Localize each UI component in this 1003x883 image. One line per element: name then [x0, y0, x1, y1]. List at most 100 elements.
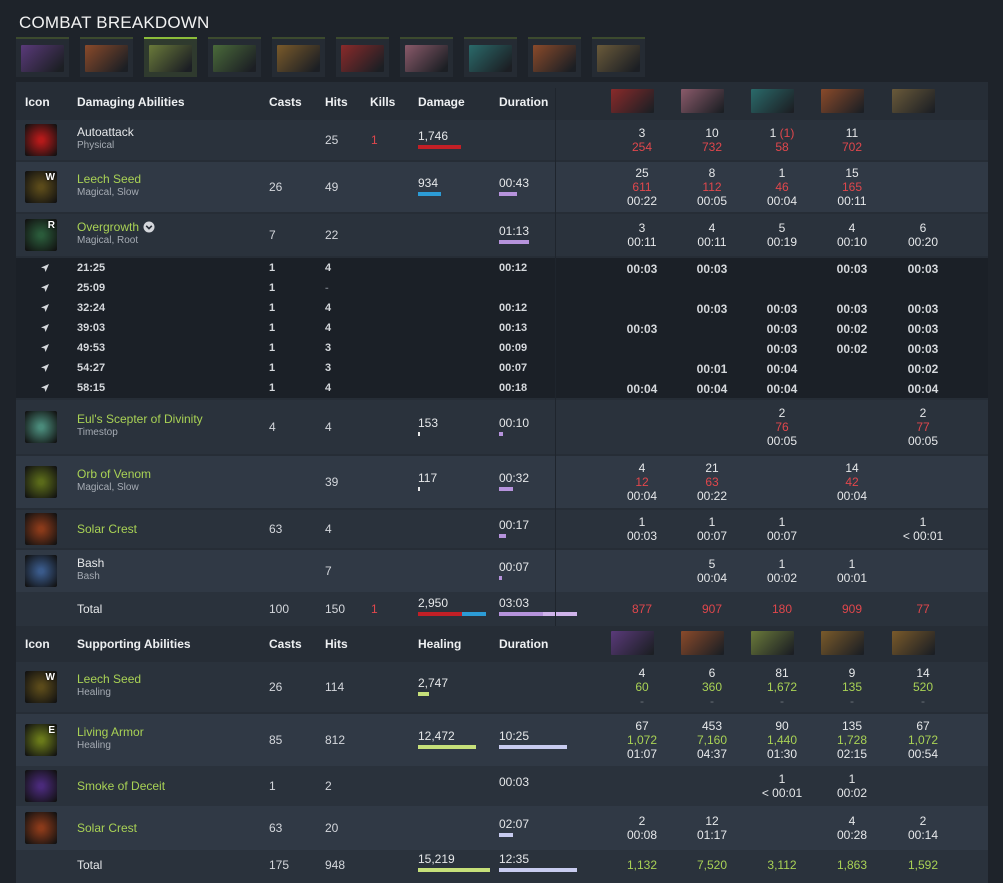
cell-line: 67: [635, 719, 649, 733]
total-hero-damage: 909: [841, 602, 863, 616]
ability-type: Magical, Root: [77, 235, 139, 246]
expand-chevron-icon[interactable]: [143, 221, 155, 236]
table-row: Smoke of Deceit 1 2 00:03 1 < 00:01 1 00:02: [16, 766, 988, 806]
total-hero-healing: 7,520: [696, 858, 728, 872]
hero-portrait-icon: [21, 45, 64, 72]
cell-line: 00:04: [836, 489, 868, 503]
cell-line: 00:22: [696, 489, 728, 503]
ability-name[interactable]: Solar Crest: [77, 821, 137, 835]
cast-time: 21:25: [77, 262, 106, 274]
cell-line: 90: [775, 719, 789, 733]
total-hero-healing: 1,863: [836, 858, 868, 872]
cell-line: 2: [778, 406, 786, 420]
hero-portrait-icon: [405, 45, 448, 72]
hero-cell: 00:03: [766, 302, 798, 316]
cell-line: 63: [705, 475, 719, 489]
ability-name[interactable]: Bash: [77, 556, 104, 570]
cell-line: 1: [778, 515, 786, 529]
cell-line: 01:07: [626, 747, 658, 761]
bar: [499, 612, 543, 616]
casts-value: 7: [269, 228, 276, 242]
hero-cell: 4 12 00:04: [607, 461, 677, 503]
bar: [499, 487, 513, 491]
hero-cell: 00:02: [836, 322, 868, 336]
cell-line: 00:04: [696, 571, 728, 585]
ability-name[interactable]: Solar Crest: [77, 522, 137, 536]
hero-tab-7[interactable]: [464, 37, 517, 77]
cell-line: 00:02: [766, 571, 798, 585]
hero-portrait-icon: [533, 45, 576, 72]
hero-cell: 67 1,072 01:07: [607, 719, 677, 761]
cell-line: 14: [845, 461, 859, 475]
total-label: Total: [77, 858, 103, 872]
hero-tab-5[interactable]: [336, 37, 389, 77]
arrow-icon: [40, 343, 50, 353]
cell-line: 1: [778, 772, 786, 786]
hero-cell: 90 1,440 01:30: [747, 719, 817, 761]
hero-cell: 12 01:17: [677, 814, 747, 842]
ability-name[interactable]: Orb of Venom: [77, 467, 151, 481]
duration-value: 02:07: [499, 817, 530, 831]
duration-value: 10:25: [499, 729, 530, 743]
cell-line: 4: [848, 221, 856, 235]
cell-line: 00:05: [766, 434, 798, 448]
damaging-hero-2-icon: [751, 89, 794, 113]
duration-value: 00:09: [499, 342, 528, 354]
hero-tab-6[interactable]: [400, 37, 453, 77]
cell-line: 42: [845, 475, 859, 489]
hero-cell: 21 63 00:22: [677, 461, 747, 503]
casts-value: 1: [269, 382, 276, 394]
hero-cell: 14 42 00:04: [817, 461, 887, 503]
total-label: Total: [77, 602, 103, 616]
ability-icon: R: [25, 219, 57, 251]
hero-cell: 2 00:14: [888, 814, 958, 842]
ability-name[interactable]: Leech Seed: [77, 672, 141, 686]
ability-name[interactable]: Overgrowth: [77, 220, 139, 234]
hits-value: 3: [325, 342, 332, 354]
hero-tab-1[interactable]: [80, 37, 133, 77]
hits-value: 3: [325, 362, 332, 374]
casts-value: 26: [269, 180, 283, 194]
table-row: Total 175 948 15,219 12:35 1,132 7,520 3,112 1,8…: [16, 850, 988, 883]
supporting-hero-1-icon: [681, 631, 724, 655]
hero-tab-0[interactable]: [16, 37, 69, 77]
cell-line: 25: [635, 166, 649, 180]
hero-tab-2[interactable]: [144, 37, 197, 77]
arrow-icon: [40, 303, 50, 313]
total-duration: 12:35: [499, 852, 530, 866]
hero-cell: 6 00:20: [888, 221, 958, 249]
hits-value: 4: [325, 262, 332, 274]
hero-tab-9[interactable]: [592, 37, 645, 77]
cell-line: 1 (1): [747, 126, 817, 140]
cell-line: 81: [775, 666, 789, 680]
bar: [418, 487, 420, 491]
hero-cell: 00:04: [766, 362, 798, 376]
hero-cell: 8 112 00:05: [677, 166, 747, 208]
cell-line: 00:54: [907, 747, 939, 761]
page-title: COMBAT BREAKDOWN: [19, 13, 210, 32]
cell-line: 611: [632, 180, 652, 194]
ability-name[interactable]: Living Armor: [77, 725, 144, 739]
hero-cell: 4 00:11: [677, 221, 747, 249]
bar: [462, 612, 486, 616]
arrow-icon: [40, 283, 50, 293]
ability-name[interactable]: Smoke of Deceit: [77, 779, 165, 793]
col-icon-header: Icon: [25, 95, 50, 109]
cell-line: 2: [638, 814, 646, 828]
hero-cell: 00:03: [907, 262, 939, 276]
cast-time: 25:09: [77, 282, 106, 294]
ability-name[interactable]: Eul's Scepter of Divinity: [77, 412, 203, 426]
cell-line: 1: [848, 772, 856, 786]
hero-tab-3[interactable]: [208, 37, 261, 77]
hero-cell: 6 360-: [677, 666, 747, 708]
hero-tab-8[interactable]: [528, 37, 581, 77]
ability-name[interactable]: Leech Seed: [77, 172, 141, 186]
cell-line: 2: [919, 814, 927, 828]
kills-value: 1: [371, 133, 378, 147]
total-hits: 948: [325, 858, 346, 872]
supporting-hero-3-icon: [821, 631, 864, 655]
col-casts-header: Casts: [269, 637, 302, 651]
cell-line: 00:07: [766, 529, 798, 543]
ability-name[interactable]: Autoattack: [77, 125, 134, 139]
hero-tab-4[interactable]: [272, 37, 325, 77]
